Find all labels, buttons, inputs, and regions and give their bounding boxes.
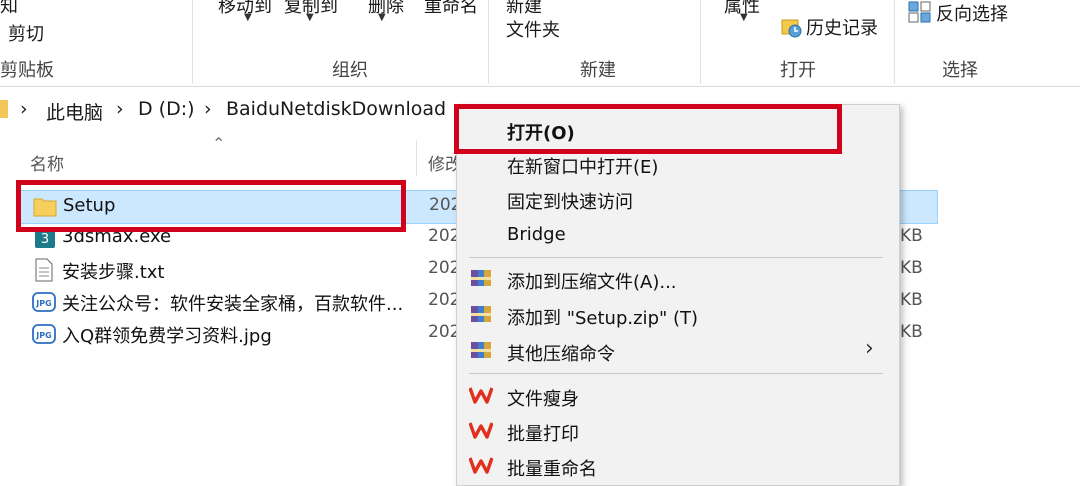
file-size: KB (900, 322, 923, 342)
ribbon: 知 剪切 移动到 复制到 ▼ ▼ 删除 ▼ 重命名 新建 文件夹 属性 ▼ 历史… (0, 0, 1080, 87)
file-size: KB (900, 226, 923, 246)
move-to-dropdown-icon[interactable]: ▼ (244, 12, 252, 23)
properties-dropdown-icon[interactable]: ▼ (740, 12, 748, 23)
wps-icon (468, 455, 494, 477)
text-file-icon (34, 258, 58, 282)
highlight-open-annotation (454, 104, 842, 154)
menu-separator (469, 373, 883, 374)
wps-icon (468, 420, 494, 442)
menu-item-bridge[interactable]: Bridge (457, 218, 897, 252)
history-icon (780, 16, 802, 38)
copy-to-dropdown-icon[interactable]: ▼ (306, 12, 314, 23)
delete-button[interactable]: 删除 (368, 0, 404, 18)
file-name: 入Q群领免费学习资料.jpg (62, 326, 272, 347)
svg-text:3: 3 (41, 232, 49, 247)
chevron-right-icon[interactable]: › (20, 98, 28, 120)
breadcrumb-drive-d[interactable]: D (D:) (138, 98, 195, 120)
jpg-file-icon: JPG (32, 291, 56, 313)
invert-selection-icon (908, 0, 932, 24)
chevron-right-icon[interactable]: › (204, 98, 212, 120)
menu-item-batch-print[interactable]: 批量打印 (457, 414, 897, 448)
file-name: 安装步骤.txt (62, 262, 165, 283)
ribbon-divider (894, 0, 895, 84)
group-clipboard-label: 剪贴板 (0, 60, 54, 81)
menu-item-file-slim[interactable]: 文件瘦身 (457, 379, 897, 413)
svg-text:JPG: JPG (35, 331, 51, 340)
group-open-label: 打开 (780, 60, 816, 81)
cut-button[interactable]: 剪切 (8, 20, 44, 46)
wps-icon (468, 385, 494, 407)
ribbon-divider (192, 0, 193, 84)
breadcrumb-baidu-download[interactable]: BaiduNetdiskDownload (226, 98, 446, 120)
menu-item-other-compress[interactable]: 其他压缩命令 › (457, 334, 897, 368)
folder-icon (0, 100, 8, 118)
menu-item-pin-quick-access[interactable]: 固定到快速访问 (457, 182, 897, 216)
ribbon-divider (700, 0, 701, 84)
chevron-right-icon[interactable]: › (116, 98, 124, 120)
file-size: KB (900, 290, 923, 310)
menu-item-add-to-setup-zip[interactable]: 添加到 "Setup.zip" (T) (457, 298, 897, 332)
rename-button[interactable]: 重命名 (424, 0, 478, 18)
highlight-setup-annotation (16, 180, 406, 232)
chevron-right-icon: › (865, 336, 874, 361)
sort-ascending-icon: ⌃ (212, 134, 226, 153)
winrar-icon (469, 303, 493, 325)
delete-dropdown-icon[interactable]: ▼ (378, 12, 386, 23)
new-folder-label: 文件夹 (506, 20, 560, 41)
group-new-label: 新建 (580, 60, 616, 81)
jpg-file-icon: JPG (32, 323, 56, 345)
winrar-icon (469, 267, 493, 289)
group-organize-label: 组织 (332, 60, 368, 81)
menu-item-add-to-archive[interactable]: 添加到压缩文件(A)... (457, 262, 897, 296)
menu-separator (469, 257, 883, 258)
breadcrumb-this-pc[interactable]: 此电脑 (46, 98, 103, 125)
context-menu: 打开(O) 在新窗口中打开(E) 固定到快速访问 Bridge 添加到压缩文件(… (456, 104, 900, 486)
ribbon-paste-partial: 知 (0, 0, 18, 17)
svg-text:JPG: JPG (35, 299, 51, 308)
file-name: 关注公众号：软件安装全家桶，百款软件... (62, 294, 404, 315)
ribbon-divider (488, 0, 489, 84)
winrar-icon (469, 339, 493, 361)
group-select-label: 选择 (942, 60, 978, 81)
column-header-name[interactable]: 名称 (30, 150, 64, 175)
column-divider[interactable] (416, 140, 417, 176)
invert-selection-button[interactable]: 反向选择 (936, 0, 1008, 26)
history-button[interactable]: 历史记录 (806, 14, 878, 40)
file-size: KB (900, 258, 923, 278)
